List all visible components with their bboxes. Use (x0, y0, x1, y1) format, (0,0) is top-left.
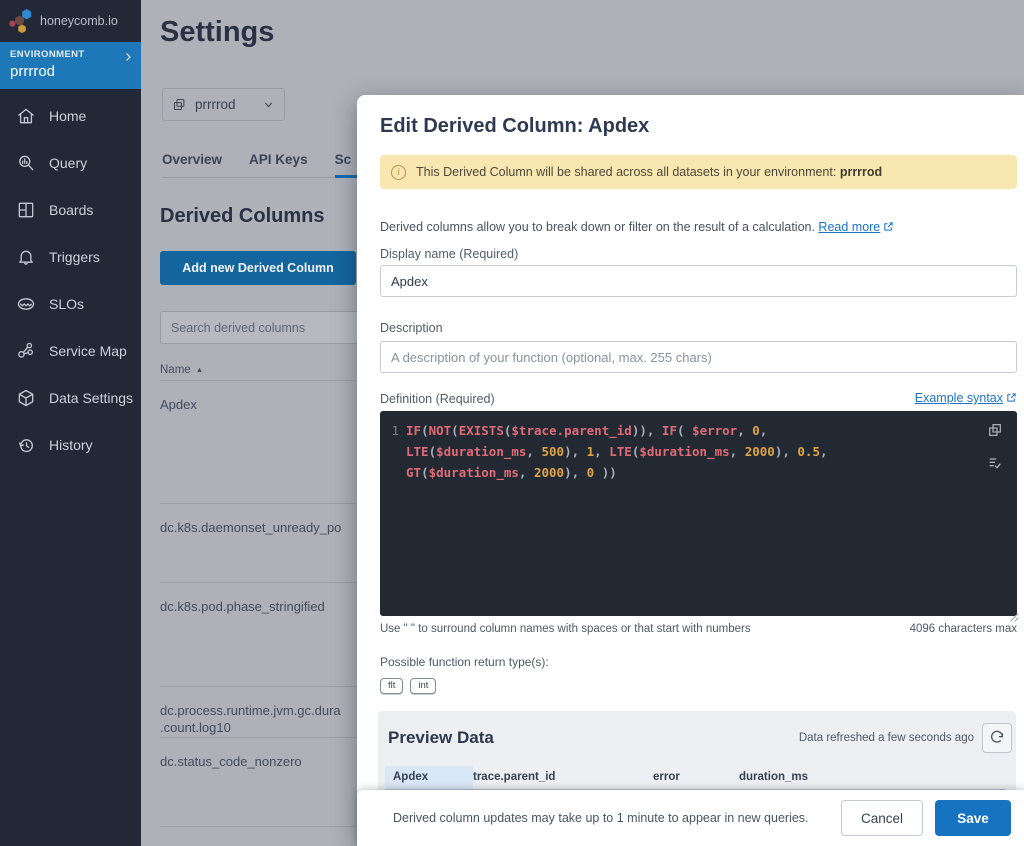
definition-code-editor[interactable]: 1 IF(NOT(EXISTS($trace.parent_id)), IF( … (380, 411, 1017, 616)
tab-sc[interactable]: Sc (335, 152, 352, 167)
sidebar-item-data-settings[interactable]: Data Settings (0, 374, 141, 421)
display-name-input[interactable] (380, 265, 1017, 297)
preview-title: Preview Data (388, 728, 799, 748)
sidebar-item-label: History (49, 437, 93, 453)
modal-footer-bar: Derived column updates may take up to 1 … (357, 790, 1024, 846)
example-syntax-link[interactable]: Example syntax (915, 391, 1003, 405)
environment-selector-value: prrrrod (195, 97, 236, 112)
read-more-link[interactable]: Read more (818, 220, 880, 234)
honeycomb-logo-icon (9, 8, 34, 35)
return-types-label: Possible function return type(s): (380, 655, 549, 669)
history-icon (16, 435, 36, 455)
sidebar-item-home[interactable]: Home (0, 92, 141, 139)
definition-header-row: Definition (Required) Example syntax (380, 391, 1017, 406)
chevron-down-icon (262, 98, 275, 111)
app-screen: honeycomb.io ENVIRONMENT prrrrod Home Que… (0, 0, 1024, 846)
return-type-badges: fltint (380, 675, 443, 694)
tab-overview[interactable]: Overview (162, 152, 222, 167)
sidebar-item-label: SLOs (49, 296, 84, 312)
sidebar-nav: Home Query Boards Triggers SLOs Service Map Da… (0, 92, 141, 468)
external-link-icon (883, 221, 894, 235)
refresh-button[interactable] (982, 723, 1012, 753)
sort-asc-icon: ▲ (196, 365, 203, 374)
edit-derived-column-modal: Edit Derived Column: Apdex i This Derive… (357, 95, 1024, 846)
line-number: 1 (380, 420, 406, 616)
preview-column-header-error: error (653, 766, 739, 789)
description-input[interactable] (380, 341, 1017, 373)
description-label: Description (380, 321, 443, 335)
modal-title: Edit Derived Column: Apdex (380, 115, 649, 138)
lint-check-icon[interactable] (987, 455, 1003, 471)
copy-icon[interactable] (987, 422, 1003, 438)
sidebar-item-label: Data Settings (49, 390, 133, 406)
return-type-badge: flt (380, 678, 403, 694)
definition-label: Definition (Required) (380, 392, 495, 406)
char-limit: 4096 characters max (910, 623, 1017, 635)
editor-toolbar (987, 422, 1003, 471)
handshake-icon (16, 294, 36, 314)
return-type-badge: int (410, 678, 436, 694)
environment-switcher[interactable]: ENVIRONMENT prrrrod (0, 42, 141, 89)
sidebar-item-service-map[interactable]: Service Map (0, 327, 141, 374)
banner-environment: prrrrod (840, 165, 882, 179)
section-title: Derived Columns (160, 205, 324, 228)
honeycomb-logo[interactable]: honeycomb.io (0, 0, 141, 42)
environment-selector-dropdown[interactable]: prrrrod (162, 88, 285, 121)
banner-text: This Derived Column will be shared acros… (416, 165, 882, 179)
tab-api-keys[interactable]: API Keys (249, 152, 308, 167)
cube-icon (16, 388, 36, 408)
bell-icon (16, 247, 36, 267)
sidebar-item-boards[interactable]: Boards (0, 186, 141, 233)
sidebar-item-label: Triggers (49, 249, 100, 265)
save-button[interactable]: Save (935, 800, 1011, 836)
home-icon (16, 106, 36, 126)
refreshed-status: Data refreshed a few seconds ago (799, 732, 974, 744)
add-derived-column-button[interactable]: Add new Derived Column (160, 251, 356, 285)
environment-label: ENVIRONMENT (10, 49, 131, 60)
cancel-button[interactable]: Cancel (841, 800, 923, 836)
service-map-icon (16, 341, 36, 361)
sidebar-item-label: Service Map (49, 343, 127, 359)
preview-column-header-duration-ms: duration_ms (739, 766, 1006, 789)
sidebar: honeycomb.io ENVIRONMENT prrrrod Home Que… (0, 0, 141, 846)
refresh-icon (989, 730, 1005, 746)
sidebar-item-label: Query (49, 155, 87, 171)
preview-panel-header: Preview Data Data refreshed a few second… (378, 711, 1016, 753)
sidebar-item-label: Boards (49, 202, 93, 218)
environment-icon (172, 97, 187, 112)
shared-environment-banner: i This Derived Column will be shared acr… (380, 155, 1017, 189)
sidebar-item-triggers[interactable]: Triggers (0, 233, 141, 280)
sidebar-item-query[interactable]: Query (0, 139, 141, 186)
query-icon (16, 153, 36, 173)
code-line: GT($duration_ms, 2000), 0 )) (406, 462, 1017, 483)
chevron-right-icon (122, 51, 134, 63)
settings-tabs: Overview API Keys Sc (162, 152, 359, 178)
editor-helper-row: Use " " to surround column names with sp… (380, 623, 1017, 635)
code-line: LTE($duration_ms, 500), 1, LTE($duration… (406, 441, 1017, 462)
example-syntax: Example syntax (915, 391, 1017, 406)
sidebar-item-label: Home (49, 108, 86, 124)
boards-icon (16, 200, 36, 220)
page-title: Settings (160, 16, 274, 49)
sidebar-item-slos[interactable]: SLOs (0, 280, 141, 327)
display-name-label: Display name (Required) (380, 247, 518, 261)
info-icon: i (391, 165, 406, 180)
code-content: IF(NOT(EXISTS($trace.parent_id)), IF( $e… (406, 420, 1017, 616)
preview-column-header-apdex: Apdex (385, 766, 473, 789)
editor-help-text: Use " " to surround column names with sp… (380, 623, 751, 635)
external-link-icon (1006, 392, 1017, 406)
logo-text: honeycomb.io (40, 14, 118, 28)
code-line: IF(NOT(EXISTS($trace.parent_id)), IF( $e… (406, 420, 1017, 441)
environment-name: prrrrod (10, 63, 131, 80)
footer-note: Derived column updates may take up to 1 … (393, 811, 829, 825)
intro-text: Derived columns allow you to break down … (380, 220, 894, 235)
preview-table-header: Apdextrace.parent_iderrorduration_ms (385, 766, 1006, 791)
sidebar-item-history[interactable]: History (0, 421, 141, 468)
preview-column-header-trace-parent-id: trace.parent_id (473, 766, 653, 789)
